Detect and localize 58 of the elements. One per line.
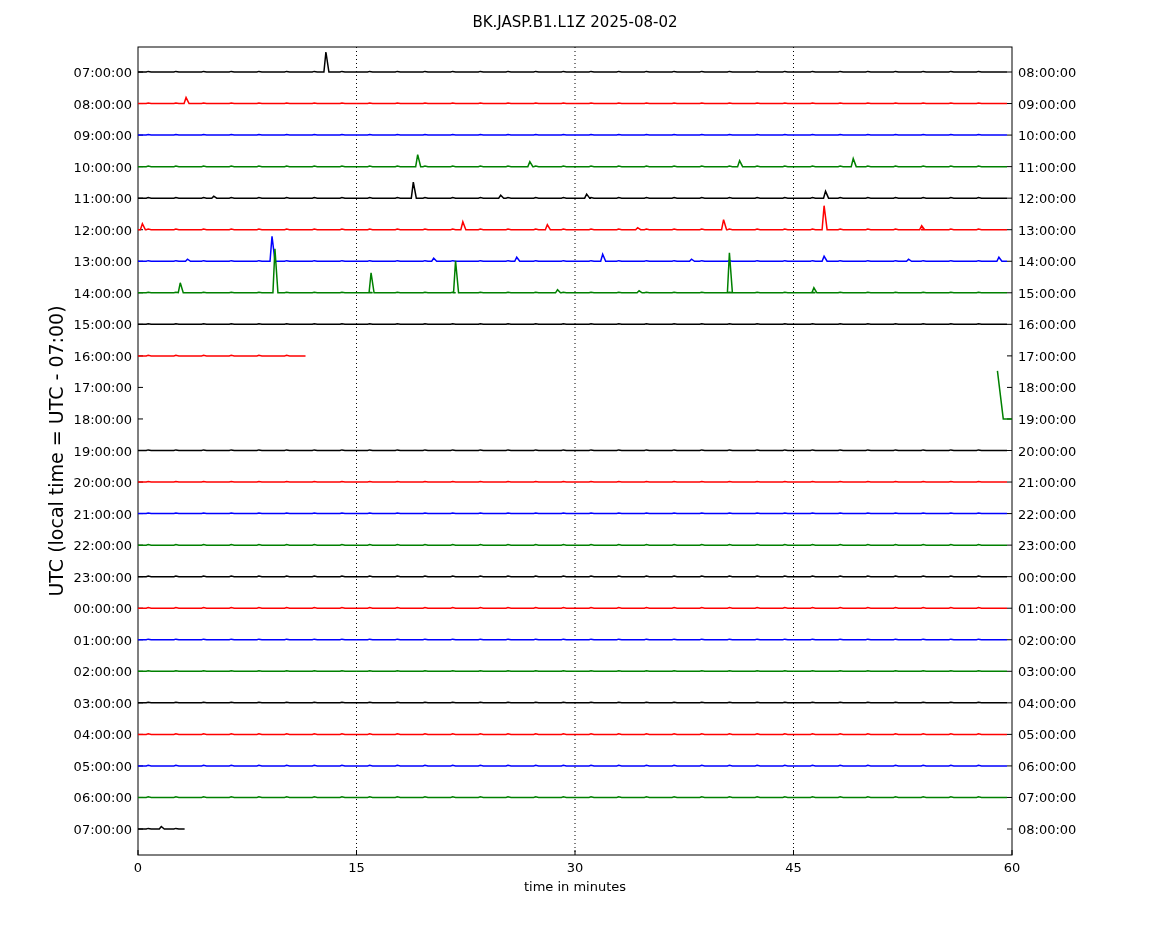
x-tick-label: 60 <box>1003 860 1021 875</box>
y-tick-label: 18:00:00 <box>1018 380 1077 396</box>
y-tick-label: 14:00:00 <box>73 285 132 301</box>
y-tick-label: 04:00:00 <box>73 727 132 743</box>
y-tick-label: 10:00:00 <box>1018 128 1077 144</box>
y-tick-label: 09:00:00 <box>1018 96 1077 112</box>
y-tick-label: 00:00:00 <box>1018 569 1077 585</box>
y-tick-label: 17:00:00 <box>1018 348 1077 364</box>
y-tick-label: 08:00:00 <box>1018 822 1077 837</box>
y-tick-label: 16:00:00 <box>73 348 132 364</box>
y-tick-label: 03:00:00 <box>73 695 132 711</box>
x-tick-label: 45 <box>785 860 802 875</box>
y-tick-label: 06:00:00 <box>1018 758 1077 774</box>
y-tick-label: 20:00:00 <box>73 475 132 491</box>
y-tick-label: 11:00:00 <box>73 191 132 207</box>
y-tick-label: 05:00:00 <box>1018 727 1077 743</box>
y-tick-label: 13:00:00 <box>1018 222 1077 238</box>
y-tick-label: 22:00:00 <box>73 538 132 554</box>
x-tick-label: 30 <box>566 860 584 875</box>
y-tick-label: 17:00:00 <box>73 380 132 396</box>
y-tick-label: 23:00:00 <box>73 569 132 585</box>
y-tick-label: 22:00:00 <box>1018 506 1077 522</box>
y-tick-label: 15:00:00 <box>1018 285 1077 301</box>
y-tick-label: 13:00:00 <box>73 254 132 270</box>
y-tick-label: 03:00:00 <box>1018 664 1077 680</box>
y-tick-label: 04:00:00 <box>1018 695 1077 711</box>
x-tick-label: 15 <box>348 860 365 875</box>
y-tick-label: 02:00:00 <box>1018 632 1077 648</box>
x-tick-label: 0 <box>133 860 143 875</box>
y-tick-label: 23:00:00 <box>1018 538 1077 554</box>
y-tick-label: 20:00:00 <box>1018 443 1077 459</box>
y-tick-label: 09:00:00 <box>73 128 132 144</box>
y-tick-label: 08:00:00 <box>73 96 132 112</box>
y-tick-label: 01:00:00 <box>73 632 132 648</box>
y-tick-label: 07:00:00 <box>1018 790 1077 806</box>
y-tick-label: 06:00:00 <box>73 790 132 806</box>
y-tick-label: 10:00:00 <box>73 159 132 175</box>
y-tick-label: 07:00:00 <box>73 822 132 837</box>
y-tick-label: 16:00:00 <box>1018 317 1077 333</box>
y-tick-label: 05:00:00 <box>73 758 132 774</box>
y-tick-label: 21:00:00 <box>73 506 132 522</box>
x-axis-label: time in minutes <box>523 879 627 894</box>
y-tick-label: 18:00:00 <box>73 411 132 427</box>
y-tick-label: 11:00:00 <box>1018 159 1077 175</box>
y-tick-label: 15:00:00 <box>73 317 132 333</box>
chart-title: BK.JASP.B1.L1Z 2025-08-02 <box>472 13 678 31</box>
y-tick-label: 08:00:00 <box>1018 65 1077 80</box>
y-tick-label: 02:00:00 <box>73 664 132 680</box>
y-tick-label: 14:00:00 <box>1018 254 1077 270</box>
y-tick-label: 01:00:00 <box>1018 601 1077 617</box>
y-axis-label: UTC (local time = UTC - 07:00) <box>45 305 67 597</box>
y-tick-label: 19:00:00 <box>73 443 132 459</box>
y-tick-label: 07:00:00 <box>73 65 132 80</box>
y-tick-label: 21:00:00 <box>1018 475 1077 491</box>
y-tick-label: 19:00:00 <box>1018 411 1077 427</box>
y-tick-label: 12:00:00 <box>1018 191 1077 207</box>
y-tick-label: 00:00:00 <box>73 601 132 617</box>
y-tick-label: 12:00:00 <box>73 222 132 238</box>
